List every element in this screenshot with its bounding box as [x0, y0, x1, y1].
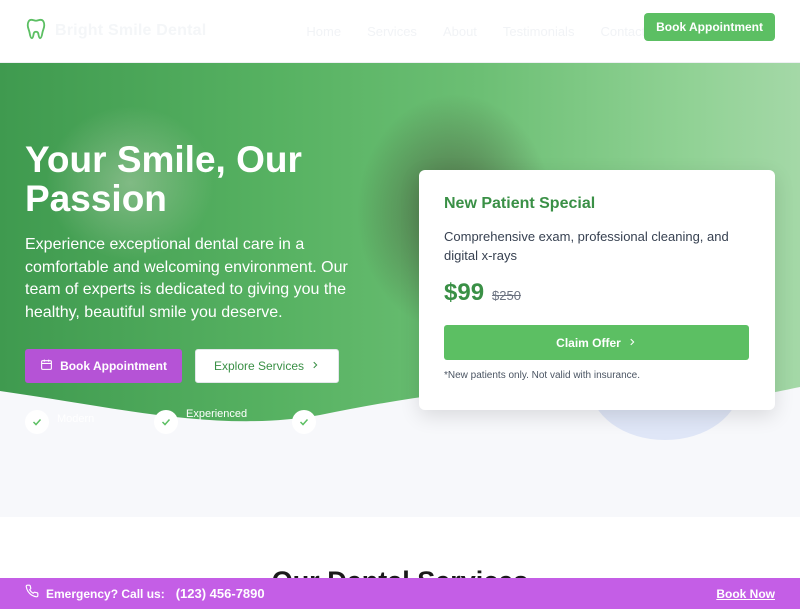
emergency-phone-number[interactable]: (123) 456-7890 — [176, 586, 265, 601]
phone-icon — [25, 584, 39, 603]
explore-services-button[interactable]: Explore Services — [195, 349, 339, 383]
check-icon — [292, 410, 316, 434]
hero-title: Your Smile, Our Passion — [25, 139, 302, 219]
hero-subtitle: Experience exceptional dental care in a … — [25, 236, 348, 321]
claim-offer-button[interactable]: Claim Offer — [444, 325, 749, 360]
check-icon — [154, 410, 178, 434]
nav-about[interactable]: About — [443, 24, 477, 39]
offer-old-price: $250 — [492, 288, 521, 303]
hero-book-appointment-button[interactable]: Book Appointment — [25, 349, 182, 383]
nav-testimonials[interactable]: Testimonials — [503, 24, 575, 39]
nav-home[interactable]: Home — [306, 24, 341, 39]
feature-label: Experienced — [186, 408, 248, 420]
price-row: $99 $250 — [444, 279, 750, 307]
feature-third — [292, 410, 324, 434]
offer-title: New Patient Special — [444, 195, 596, 212]
emergency-contact: Emergency? Call us: (123) 456-7890 — [25, 584, 265, 603]
feature-modern: Modern — [25, 410, 94, 434]
offer-description: Comprehensive exam, professional cleanin… — [444, 229, 729, 263]
feature-label: Modern — [57, 413, 95, 425]
nav-services[interactable]: Services — [367, 24, 417, 39]
hero-book-appointment-label: Book Appointment — [60, 359, 167, 373]
main-nav: Home Services About Testimonials Contact — [306, 24, 645, 39]
feature-experienced: Experienced — [154, 408, 248, 434]
nav-contact[interactable]: Contact — [600, 24, 645, 39]
new-patient-offer-card: New Patient Special Comprehensive exam, … — [419, 170, 775, 410]
claim-offer-label: Claim Offer — [556, 335, 621, 350]
header-book-appointment-button[interactable]: Book Appointment — [644, 13, 775, 41]
explore-services-label: Explore Services — [213, 359, 305, 373]
emergency-label: Emergency? Call us: — [46, 586, 165, 601]
book-now-link[interactable]: Book Now — [716, 587, 775, 601]
site-header: Bright Smile Dental Home Services About … — [0, 0, 800, 63]
chevron-right-icon — [627, 336, 637, 350]
logo[interactable]: Bright Smile Dental — [25, 18, 206, 45]
check-icon — [25, 410, 49, 434]
offer-note: *New patients only. Not valid with insur… — [444, 370, 641, 381]
logo-text: Bright Smile Dental — [55, 22, 207, 39]
chevron-right-icon — [310, 359, 320, 373]
tooth-icon — [25, 18, 47, 45]
emergency-bar: Emergency? Call us: (123) 456-7890 Book … — [0, 578, 800, 609]
calendar-icon — [40, 358, 53, 374]
offer-price: $99 — [444, 279, 485, 306]
